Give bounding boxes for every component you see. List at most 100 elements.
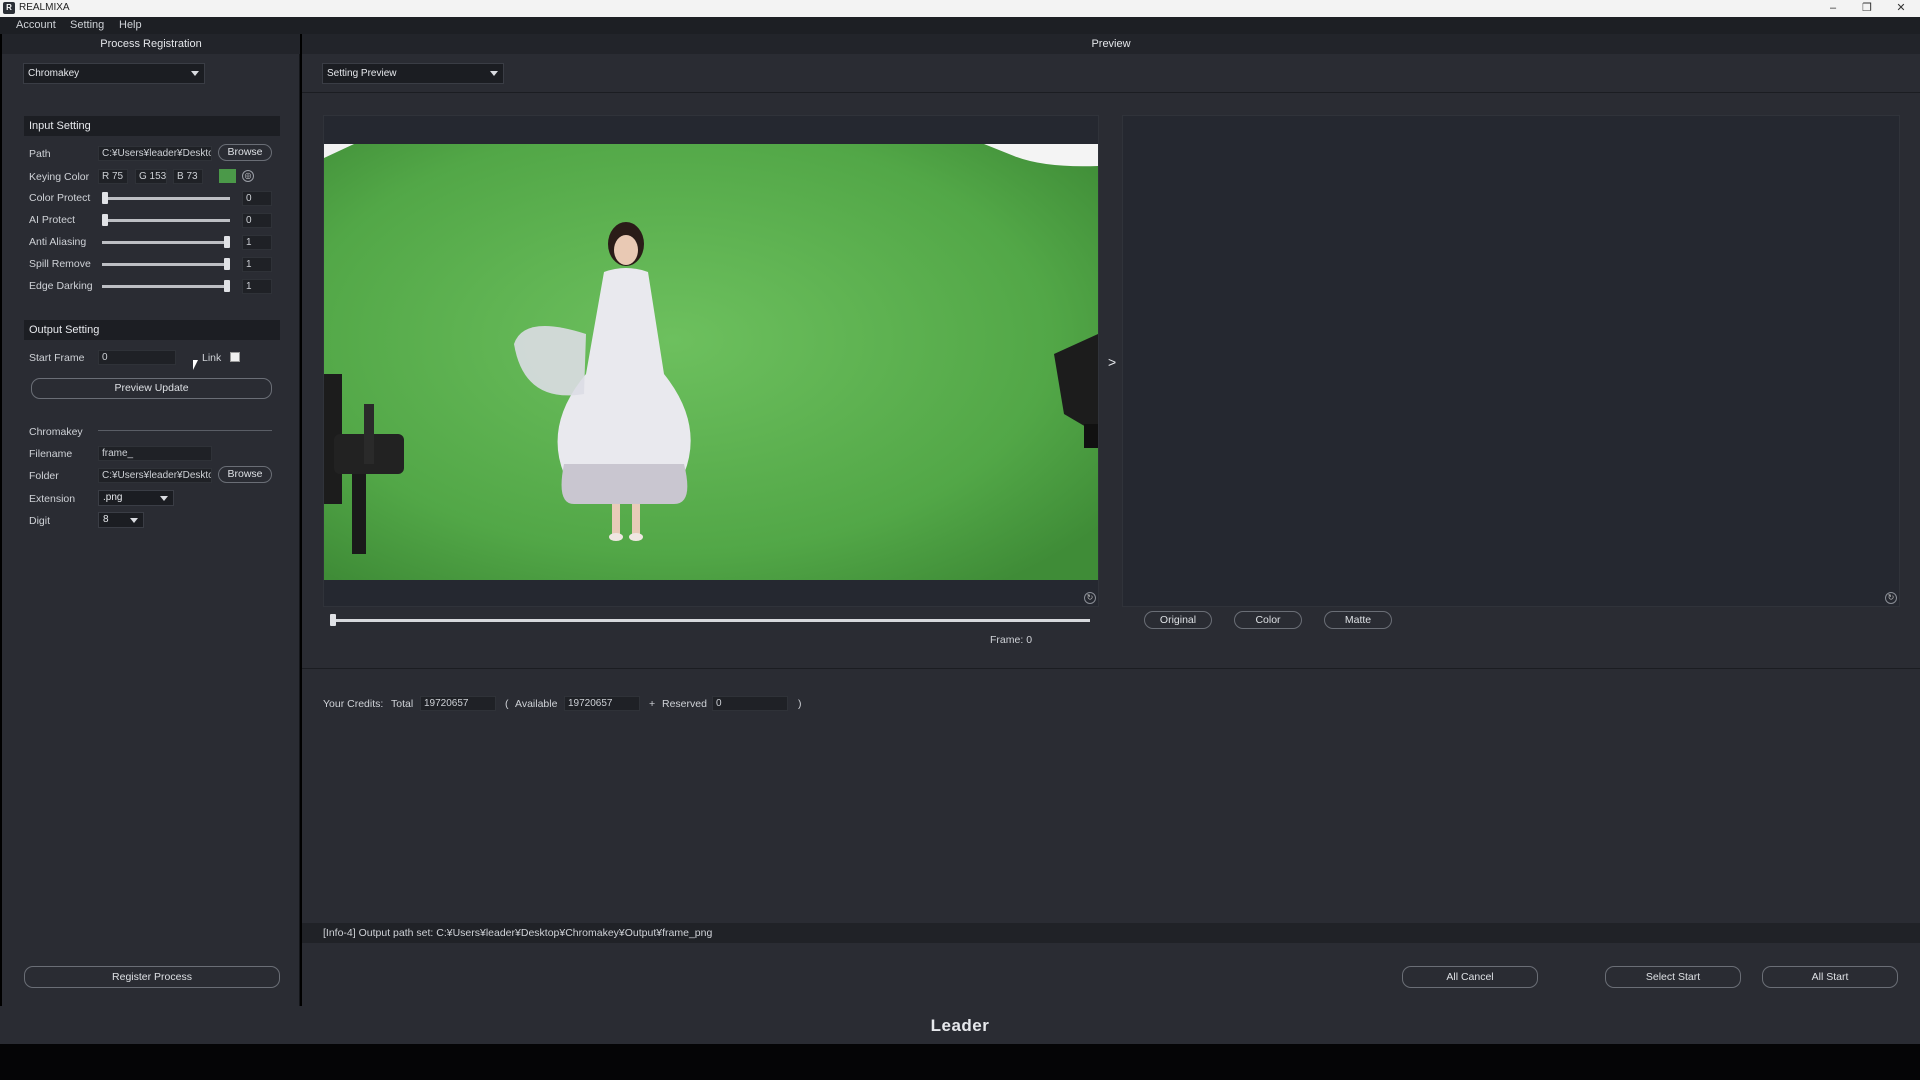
slider-track[interactable]	[102, 241, 230, 244]
extension-label: Extension	[29, 493, 76, 505]
input-setting-title: Input Setting	[24, 116, 280, 136]
path-label: Path	[29, 148, 51, 160]
slider-track[interactable]	[102, 219, 230, 222]
start-frame-label: Start Frame	[29, 352, 85, 364]
register-process-button[interactable]: Register Process	[24, 966, 280, 988]
process-registration-panel: Process Registration Chromakey Input Set…	[2, 34, 300, 1006]
slider-track[interactable]	[102, 263, 230, 266]
slider-value-field[interactable]: 1	[242, 257, 272, 272]
chevron-down-icon	[490, 71, 498, 76]
keying-g-field[interactable]: G 153	[135, 169, 167, 184]
filename-input[interactable]: frame_	[98, 446, 212, 461]
panel-title: Process Registration	[2, 34, 300, 54]
digit-value: 8	[103, 514, 109, 525]
slider-value-field[interactable]: 1	[242, 279, 272, 294]
output-setting-title: Output Setting	[24, 320, 280, 340]
preview-panel: Preview Setting Preview ↻ > ↻ Frame: 0 O…	[302, 34, 1920, 1006]
available-label: Available	[515, 698, 558, 710]
view-color-button[interactable]: Color	[1234, 611, 1302, 629]
preview-mode-select[interactable]: Setting Preview	[322, 63, 504, 84]
slider-label: AI Protect	[29, 214, 76, 226]
total-credits-field: 19720657	[420, 696, 496, 711]
digit-label: Digit	[29, 515, 51, 527]
slider-label: Spill Remove	[29, 258, 91, 270]
link-checkbox[interactable]	[230, 352, 240, 362]
slider-thumb[interactable]	[102, 214, 108, 226]
slider-thumb[interactable]	[224, 280, 230, 292]
brand-logo: Leader	[930, 1016, 990, 1035]
view-original-button[interactable]: Original	[1144, 611, 1212, 629]
folder-input[interactable]: C:¥Users¥leader¥Deskto	[98, 468, 212, 483]
slider-value-field[interactable]: 0	[242, 213, 272, 228]
app-logo-icon: R	[3, 2, 15, 14]
select-start-button[interactable]: Select Start	[1605, 966, 1741, 988]
color-picker-icon[interactable]: ◎	[242, 170, 254, 182]
slider-label: Color Protect	[29, 192, 91, 204]
keying-b-field[interactable]: B 73	[173, 169, 203, 184]
start-frame-input[interactable]: 0	[98, 350, 176, 365]
folder-label: Folder	[29, 470, 59, 482]
mode-select[interactable]: Chromakey	[23, 63, 205, 84]
slider-value-field[interactable]: 0	[242, 191, 272, 206]
view-matte-button[interactable]: Matte	[1324, 611, 1392, 629]
menu-setting[interactable]: Setting	[70, 19, 104, 31]
chevron-down-icon	[130, 518, 138, 523]
window-title: REALMIXA	[19, 2, 70, 13]
reserved-label: Reserved	[662, 698, 707, 710]
path-browse-button[interactable]: Browse	[218, 144, 272, 161]
slider-label: Anti Aliasing	[29, 236, 87, 248]
mode-select-value: Chromakey	[28, 68, 80, 79]
folder-browse-button[interactable]: Browse	[218, 466, 272, 483]
extension-select[interactable]: .png	[98, 490, 174, 506]
restore-icon[interactable]: ❐	[1852, 0, 1882, 17]
all-cancel-button[interactable]: All Cancel	[1402, 966, 1538, 988]
next-arrow-button[interactable]: >	[1108, 354, 1116, 370]
chromakey-label: Chromakey	[29, 426, 83, 438]
footer-bar: Leader	[0, 1006, 1920, 1044]
mouse-cursor-icon	[193, 360, 203, 370]
minimize-icon[interactable]: –	[1818, 0, 1848, 17]
link-label: Link	[202, 352, 222, 364]
extension-value: .png	[103, 492, 123, 503]
divider	[98, 430, 272, 431]
keying-r-field[interactable]: R 75	[98, 169, 128, 184]
menu-help[interactable]: Help	[119, 19, 142, 31]
slider-thumb[interactable]	[224, 258, 230, 270]
timeline-thumb[interactable]	[330, 614, 336, 626]
plus-sign: +	[649, 698, 656, 710]
bottom-black-bar	[0, 1044, 1920, 1080]
credits-label: Your Credits:	[323, 698, 384, 710]
reserved-credits-field: 0	[712, 696, 788, 711]
digit-select[interactable]: 8	[98, 512, 144, 528]
available-credits-field: 19720657	[564, 696, 640, 711]
menu-account[interactable]: Account	[16, 19, 56, 31]
slider-thumb[interactable]	[102, 192, 108, 204]
open-paren: (	[505, 698, 509, 710]
timeline-track[interactable]	[332, 619, 1090, 622]
keying-color-swatch[interactable]	[219, 169, 236, 183]
slider-thumb[interactable]	[224, 236, 230, 248]
divider	[302, 668, 1920, 669]
refresh-icon[interactable]: ↻	[1084, 592, 1096, 604]
refresh-icon[interactable]: ↻	[1885, 592, 1897, 604]
filename-label: Filename	[29, 448, 73, 460]
result-preview-box: ↻	[1122, 115, 1900, 607]
slider-label: Edge Darking	[29, 280, 93, 292]
preview-mode-value: Setting Preview	[327, 68, 397, 79]
total-label: Total	[391, 698, 414, 710]
slider-track[interactable]	[102, 285, 230, 288]
frame-label: Frame: 0	[990, 634, 1032, 646]
path-input[interactable]: C:¥Users¥leader¥Deskto	[98, 146, 212, 161]
log-message: [Info-4] Output path set: C:¥Users¥leade…	[323, 927, 713, 939]
chromakey-video-frame	[324, 144, 1098, 580]
close-icon[interactable]: ✕	[1886, 0, 1916, 17]
all-start-button[interactable]: All Start	[1762, 966, 1898, 988]
chevron-down-icon	[160, 496, 168, 501]
slider-value-field[interactable]: 1	[242, 235, 272, 250]
title-bar: R REALMIXA – ❐ ✕	[0, 0, 1920, 17]
divider	[302, 92, 1920, 93]
preview-update-button[interactable]: Preview Update	[31, 378, 272, 399]
slider-track[interactable]	[102, 197, 230, 200]
frame-label-text: Frame:	[990, 634, 1024, 646]
preview-title: Preview	[302, 34, 1920, 54]
